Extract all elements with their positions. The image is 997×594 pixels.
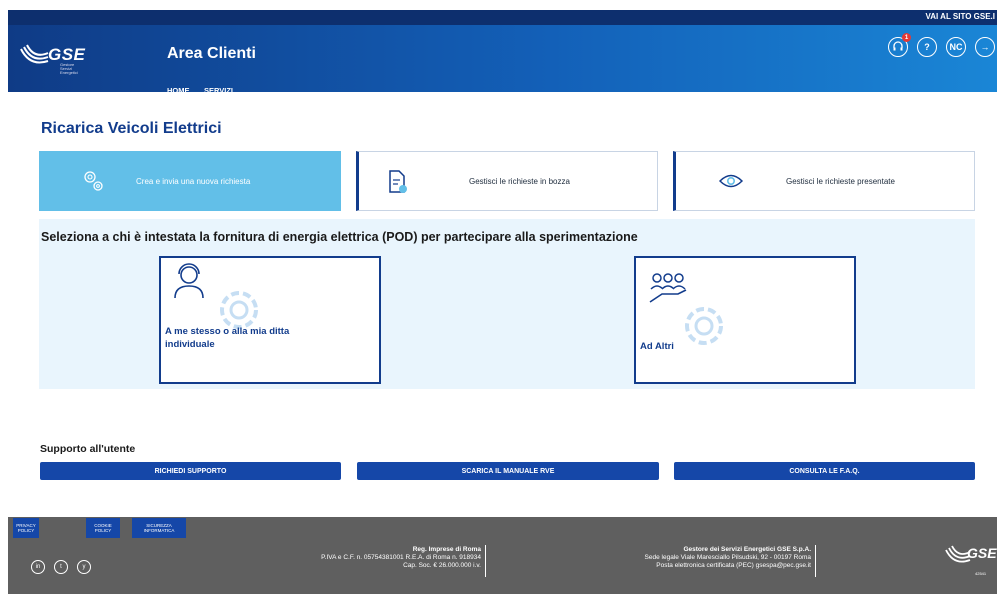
headset-icon xyxy=(893,41,903,51)
consulta-faq-button[interactable]: CONSULTA LE F.A.Q. xyxy=(674,462,975,480)
page-title: Ricarica Veicoli Elettrici xyxy=(41,120,222,137)
notification-badge: 1 xyxy=(902,33,911,42)
user-avatar[interactable]: NC xyxy=(946,37,966,57)
header: GSE Gestore Servizi Energetici Area Clie… xyxy=(8,25,997,95)
action-tabs: Crea e invia una nuova richiesta Gestisc… xyxy=(39,151,975,211)
footer-gse-logo: GSE 42541 xyxy=(945,545,997,579)
richiedi-supporto-button[interactable]: RICHIEDI SUPPORTO xyxy=(40,462,341,480)
logout-icon[interactable]: → xyxy=(975,37,995,57)
privacy-policy-link[interactable]: PRIVACY POLICY xyxy=(13,518,39,538)
gse-logo[interactable]: GSE Gestore Servizi Energetici xyxy=(20,41,90,77)
tab-label: Crea e invia una nuova richiesta xyxy=(136,176,251,186)
option-ad-altri[interactable]: Ad Altri xyxy=(634,256,856,384)
logo-subtext: Gestore Servizi Energetici xyxy=(60,62,78,75)
tab-label: Gestisci le richieste in bozza xyxy=(469,176,570,186)
main-nav: HOME SERVIZI xyxy=(167,80,243,98)
support-agent-icon[interactable]: 1 xyxy=(888,33,911,57)
footer-divider xyxy=(815,545,816,577)
help-icon[interactable]: ? xyxy=(917,37,937,57)
linkedin-icon[interactable]: in xyxy=(31,560,45,574)
header-actions: 1 ? NC → xyxy=(888,33,995,57)
scarica-manuale-button[interactable]: SCARICA IL MANUALE RVE xyxy=(357,462,659,480)
support-heading: Supporto all'utente xyxy=(40,443,136,455)
youtube-icon[interactable]: y xyxy=(77,560,91,574)
pod-section: Seleziona a chi è intestata la fornitura… xyxy=(39,219,975,389)
gears-icon xyxy=(84,171,103,191)
company-info: Gestore dei Servizi Energetici GSE S.p.A… xyxy=(644,546,811,569)
footer: PRIVACY POLICY COOKIE POLICY SICUREZZA INFO… xyxy=(8,517,997,594)
tab-richieste-bozza[interactable]: Gestisci le richieste in bozza xyxy=(356,151,658,211)
document-edit-icon xyxy=(389,170,407,193)
tab-crea-richiesta[interactable]: Crea e invia una nuova richiesta xyxy=(39,151,341,211)
pod-heading: Seleziona a chi è intestata la fornitura… xyxy=(41,230,638,244)
twitter-icon[interactable]: t xyxy=(54,560,68,574)
nav-home[interactable]: HOME xyxy=(167,86,190,95)
eye-icon xyxy=(719,174,743,188)
option-label: A me stesso o alla mia ditta individuale xyxy=(165,326,290,350)
vai-al-sito-link[interactable]: VAI AL SITO GSE.I xyxy=(926,12,996,21)
nav-servizi[interactable]: SERVIZI xyxy=(204,86,233,95)
registro-imprese-info: Reg. Imprese di Roma P.IVA e C.F. n. 057… xyxy=(321,546,481,569)
gear-watermark-icon xyxy=(685,307,723,345)
cookie-policy-link[interactable]: COOKIE POLICY xyxy=(86,518,120,538)
option-label: Ad Altri xyxy=(640,341,674,352)
footer-divider xyxy=(485,545,486,577)
tab-richieste-presentate[interactable]: Gestisci le richieste presentate xyxy=(673,151,975,211)
support-person-icon xyxy=(174,263,204,299)
tab-label: Gestisci le richieste presentate xyxy=(786,176,895,186)
top-strip: VAI AL SITO GSE.I xyxy=(8,10,997,25)
sicurezza-informatica-link[interactable]: SICUREZZA INFORMATICA xyxy=(132,518,186,538)
app-title: Area Clienti xyxy=(167,45,256,62)
option-me-stesso[interactable]: A me stesso o alla mia ditta individuale xyxy=(159,256,381,384)
logo-waves-icon xyxy=(20,44,49,64)
